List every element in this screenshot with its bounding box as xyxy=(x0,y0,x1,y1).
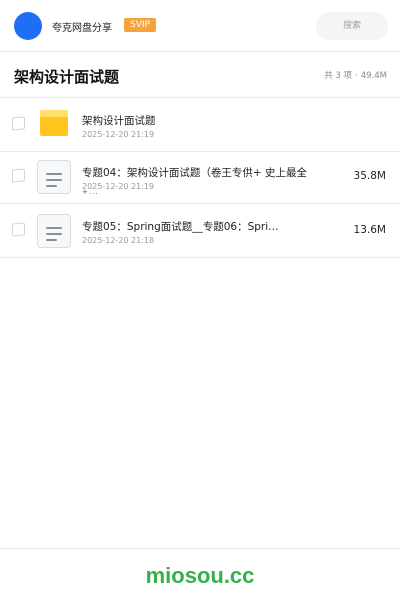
document-icon xyxy=(37,214,71,248)
folder-summary: 共 3 项 · 49.4M xyxy=(324,69,387,81)
file-date: 2025-12-20 21:19 xyxy=(82,130,155,139)
file-date: 2025-12-20 21:18 xyxy=(82,236,155,245)
name-overflow: +... xyxy=(82,188,99,196)
avatar[interactable] xyxy=(14,12,42,40)
footer: miosou.cc xyxy=(0,548,400,600)
file-row[interactable]: 专题04：架构设计面试题（卷王专供+ 史上最全 2025-12-20 21:19… xyxy=(0,150,400,204)
file-size: 13.6M xyxy=(353,224,386,236)
file-name: 专题05：Spring面试题__专题06：Spri… xyxy=(82,221,279,233)
row-checkbox[interactable] xyxy=(12,222,25,237)
search-input[interactable] xyxy=(316,12,388,40)
folder-titlebar: 架构设计面试题 共 3 项 · 49.4M xyxy=(0,52,400,98)
folder-icon xyxy=(40,110,68,136)
site-watermark: miosou.cc xyxy=(145,563,255,588)
row-checkbox[interactable] xyxy=(12,168,25,183)
summary-separator: · xyxy=(355,71,358,81)
row-checkbox[interactable] xyxy=(12,116,25,131)
item-count: 共 3 项 xyxy=(324,71,353,81)
file-size: 35.8M xyxy=(353,170,386,182)
svip-badge: SVIP xyxy=(124,18,156,32)
document-icon xyxy=(37,160,71,194)
file-name: 专题04：架构设计面试题（卷王专供+ 史上最全 xyxy=(82,167,307,179)
top-header: 夸克网盘分享 SVIP xyxy=(0,0,400,52)
total-size: 49.4M xyxy=(360,71,387,81)
page-title: 架构设计面试题 xyxy=(14,68,120,86)
share-username: 夸克网盘分享 xyxy=(52,23,112,34)
file-row-folder[interactable]: 架构设计面试题 2025-12-20 21:19 xyxy=(0,98,400,152)
file-name: 架构设计面试题 xyxy=(82,115,156,127)
file-row[interactable]: 专题05：Spring面试题__专题06：Spri… 2025-12-20 21… xyxy=(0,204,400,258)
